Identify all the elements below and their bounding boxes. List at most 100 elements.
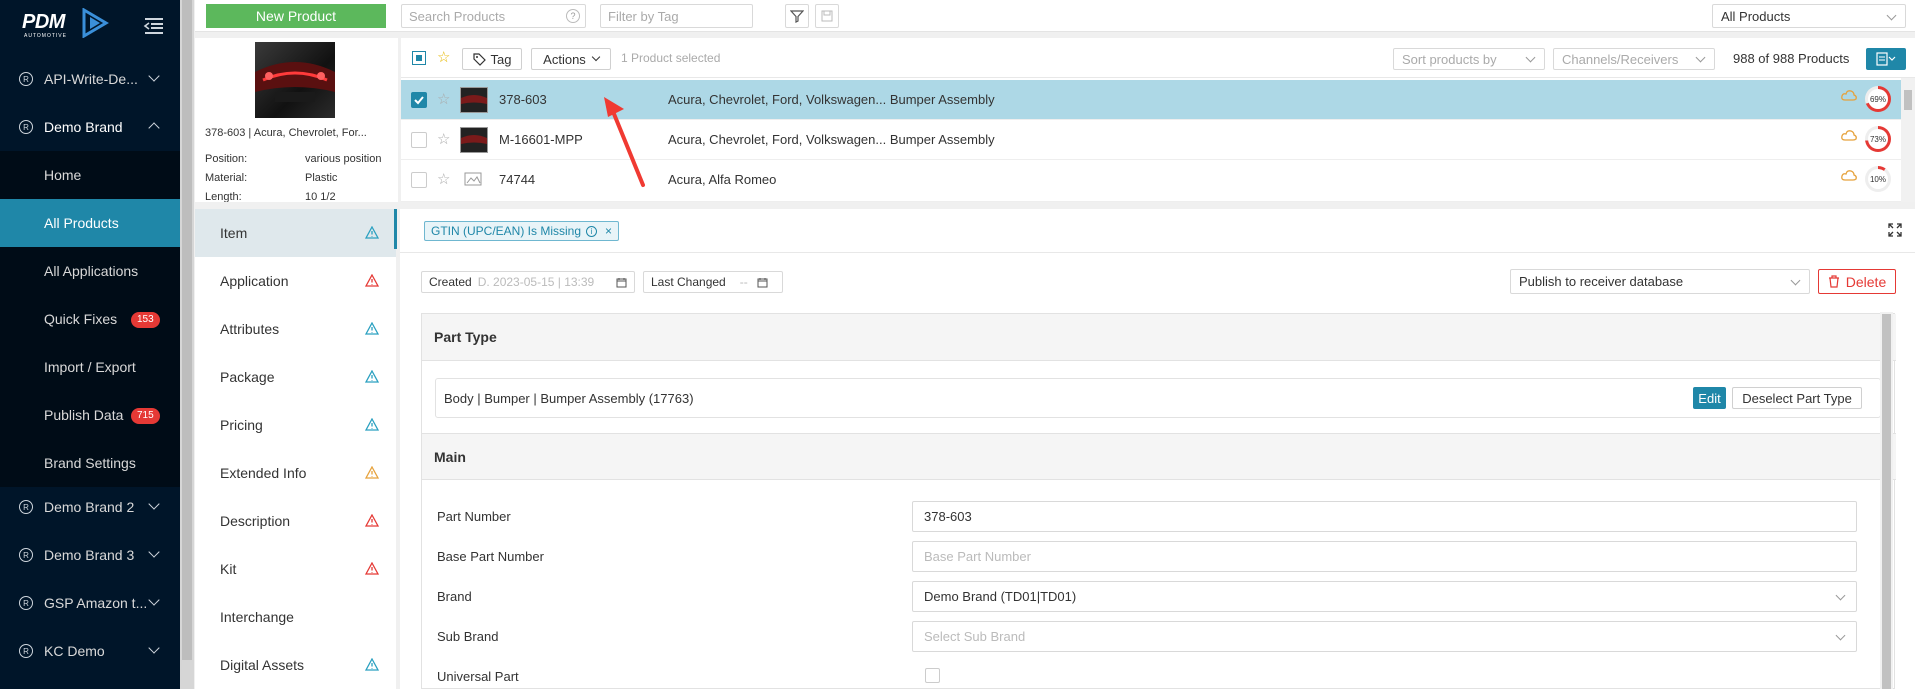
channels-receivers-select[interactable]: Channels/Receivers [1553,48,1715,70]
row-checkbox[interactable] [411,132,427,148]
nav-label: Quick Fixes [44,311,118,327]
registered-icon: R [19,548,33,562]
tag-button[interactable]: Tag [462,48,522,70]
nav-import-export[interactable]: Import / Export [0,343,180,391]
new-product-button[interactable]: New Product [206,4,386,28]
scope-select[interactable]: All Products [1712,4,1906,28]
favorite-star-icon[interactable]: ☆ [437,170,450,188]
product-tabs: Item Application Attributes Package Pric… [195,209,396,689]
export-list-button[interactable] [1866,48,1906,70]
delete-button[interactable]: Delete [1818,269,1896,294]
trash-icon [1828,275,1839,288]
collapse-menu-icon[interactable] [142,14,166,38]
list-scrollbar[interactable] [1901,78,1915,202]
row-checkbox[interactable] [411,92,427,108]
publish-select[interactable]: Publish to receiver database [1510,269,1810,294]
image-placeholder-icon [460,167,488,193]
nav-home[interactable]: Home [0,151,180,199]
edit-part-type-button[interactable]: Edit [1693,387,1726,409]
product-preview: 378-603 | Acura, Chevrolet, For... Posit… [195,38,398,202]
favorite-star-icon[interactable]: ☆ [437,90,450,108]
tab-kit[interactable]: Kit [195,545,396,593]
tab-application[interactable]: Application [195,257,396,305]
tab-interchange[interactable]: Interchange [195,593,396,641]
save-filter-icon[interactable] [815,4,839,28]
row-checkbox[interactable] [411,172,427,188]
tab-package[interactable]: Package [195,353,396,401]
pdm-logo[interactable]: PDM AUTOMOTIVE [22,8,132,42]
tab-pricing[interactable]: Pricing [195,401,396,449]
product-thumbnail [460,127,488,153]
nav-brand-demo-brand-2[interactable]: R Demo Brand 2 [0,483,180,531]
filter-by-tag-input[interactable]: Filter by Tag [600,4,753,28]
chevron-up-icon [148,122,160,134]
part-number[interactable]: M-16601-MPP [499,132,583,147]
product-image[interactable] [255,42,335,118]
part-number[interactable]: 378-603 [499,92,547,107]
part-type-value: Body | Bumper | Bumper Assembly (17763) [444,390,694,406]
base-part-number-input[interactable]: Base Part Number [912,541,1857,572]
filter-tag-placeholder: Filter by Tag [608,8,679,24]
chevron-down-icon [1525,52,1536,63]
help-icon[interactable]: ? [566,9,580,23]
field-label: Sub Brand [437,629,499,644]
nav-brand-demo-brand[interactable]: R Demo Brand [0,103,180,151]
issue-tag[interactable]: GTIN (UPC/EAN) Is Missing i × [424,221,620,241]
chevron-down-icon [148,642,160,654]
warning-icon [364,225,380,242]
tab-extended-info[interactable]: Extended Info [195,449,396,497]
search-placeholder: Search Products [409,8,506,24]
sidebar-scrollbar-thumb[interactable] [182,0,192,660]
chevron-down-icon [1886,10,1897,21]
last-changed-field[interactable]: Last Changed -- [643,271,783,293]
registered-icon: R [19,644,33,658]
top-bar: New Product Search Products ? Filter by … [195,0,1915,32]
universal-part-checkbox[interactable] [925,668,940,683]
registered-icon: R [19,596,33,610]
warning-icon [364,273,380,290]
nav-brand-api-write[interactable]: R API-Write-De... [0,55,180,103]
filter-icon[interactable] [785,4,809,28]
deselect-part-type-button[interactable]: Deselect Part Type [1732,387,1862,409]
chevron-down-icon [1835,630,1846,641]
field-label: Universal Part [437,669,519,684]
nav-all-applications[interactable]: All Applications [0,247,180,295]
favorite-star-icon[interactable]: ☆ [437,48,450,66]
cloud-icon [1841,130,1857,141]
actions-dropdown[interactable]: Actions [531,48,611,70]
tab-digital-assets[interactable]: Digital Assets [195,641,396,689]
nav-quick-fixes[interactable]: Quick Fixes 153 [0,295,180,343]
close-icon[interactable]: × [605,224,612,238]
registered-icon: R [19,120,33,134]
nav-brand-kc-demo[interactable]: R KC Demo [0,627,180,675]
nav-brand-gsp-amazon[interactable]: R GSP Amazon t... [0,579,180,627]
expand-icon[interactable] [1888,223,1902,237]
sort-products-select[interactable]: Sort products by [1393,48,1545,70]
search-products-input[interactable]: Search Products ? [401,4,586,28]
warning-icon [364,321,380,338]
field-label: Brand [437,589,472,604]
main-scrollbar-thumb[interactable] [1882,314,1891,689]
favorite-star-icon[interactable]: ☆ [437,130,450,148]
select-all-checkbox[interactable] [412,51,426,65]
sub-brand-select[interactable]: Select Sub Brand [912,621,1857,652]
product-count: 988 of 988 Products [1733,51,1850,66]
part-number[interactable]: 74744 [499,172,535,187]
item-card: Part Type Body | Bumper | Bumper Assembl… [421,313,1896,689]
nav-all-products[interactable]: All Products [0,199,180,247]
nav-label: Demo Brand [44,119,123,135]
info-icon[interactable]: i [586,225,598,237]
created-date-field[interactable]: Created D. 2023-05-15 | 13:39 [421,271,635,293]
list-toolbar: ☆ Tag Actions 1 Product selected Sort pr… [401,38,1915,78]
applications-summary: Acura, Chevrolet, Ford, Volkswagen... Bu… [668,92,995,107]
part-number-input[interactable]: 378-603 [912,501,1857,532]
nav-brand-settings[interactable]: Brand Settings [0,439,180,487]
tab-description[interactable]: Description [195,497,396,545]
chevron-down-icon [148,594,160,606]
nav-publish-data[interactable]: Publish Data 715 [0,391,180,439]
tab-attributes[interactable]: Attributes [195,305,396,353]
chevron-down-icon [148,546,160,558]
brand-select[interactable]: Demo Brand (TD01|TD01) [912,581,1857,612]
nav-brand-demo-brand-3[interactable]: R Demo Brand 3 [0,531,180,579]
tab-item[interactable]: Item [195,209,396,257]
